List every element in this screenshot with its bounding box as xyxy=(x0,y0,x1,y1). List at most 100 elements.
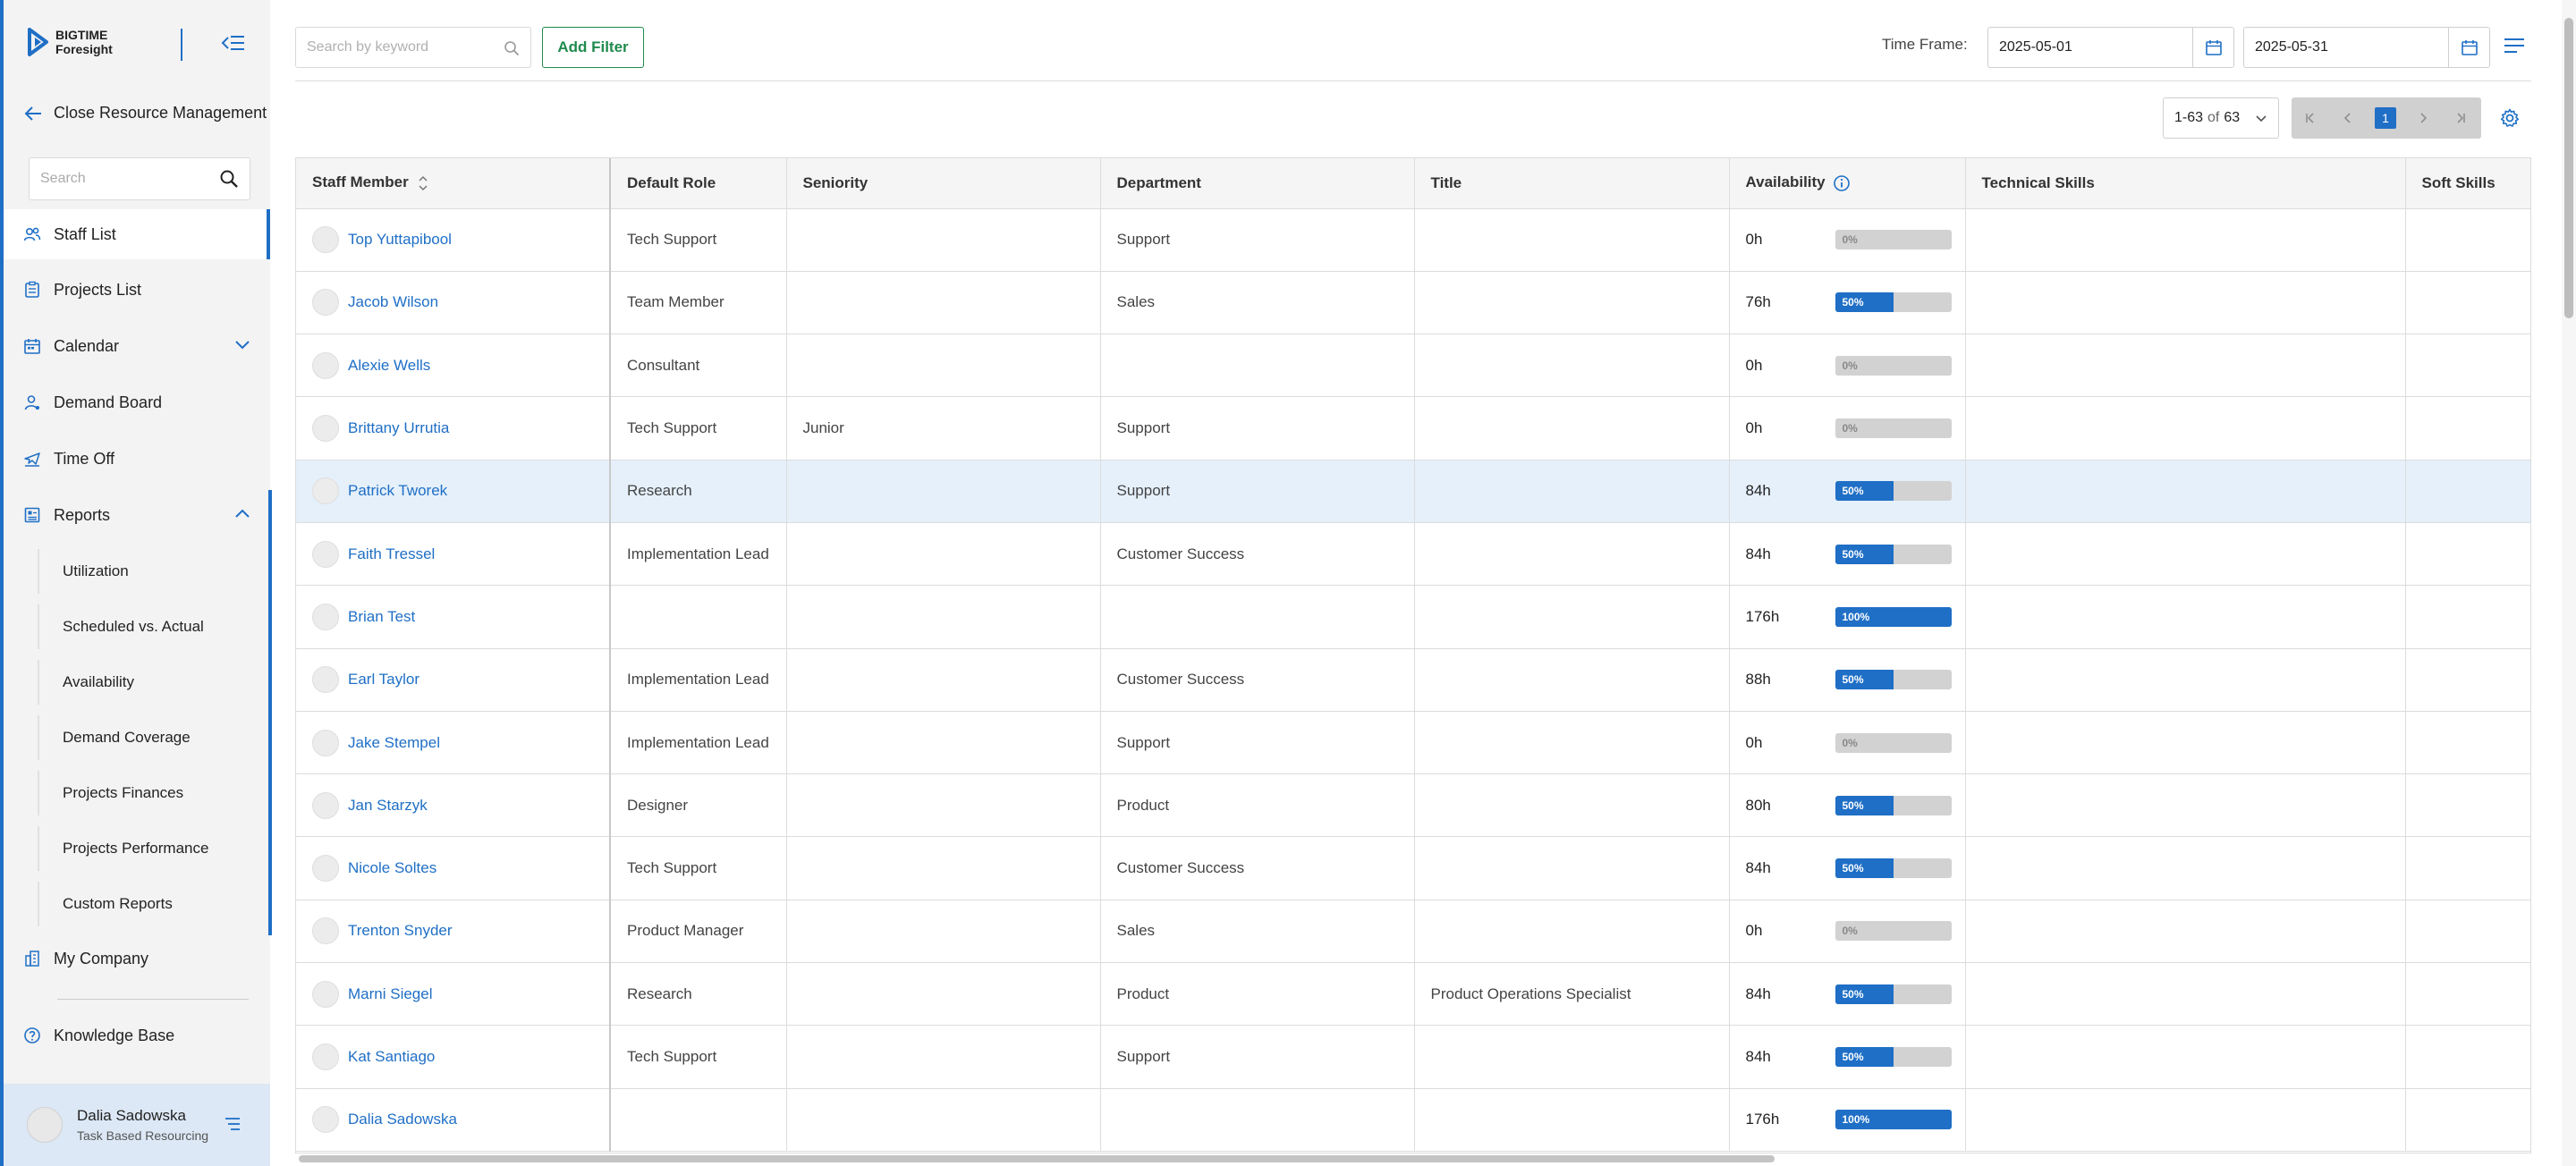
staff-member: Trenton Snyder xyxy=(312,917,608,945)
staff-member-link[interactable]: Jake Stempel xyxy=(348,734,440,752)
end-date-input[interactable] xyxy=(2244,28,2441,67)
table-row[interactable]: Patrick Tworek Research Support 84h 50% xyxy=(296,460,2530,523)
start-date-input[interactable] xyxy=(1988,28,2185,67)
sidebar-item-time-off[interactable]: Time Off xyxy=(4,434,270,484)
staff-member-link[interactable]: Alexie Wells xyxy=(348,357,430,375)
page-range-select[interactable]: 1-63 of 63 xyxy=(2163,97,2279,139)
end-date-picker-button[interactable] xyxy=(2448,28,2489,67)
column-header-default-role[interactable]: Default Role xyxy=(610,158,787,209)
info-icon[interactable] xyxy=(1833,174,1851,192)
sidebar-item-calendar[interactable]: Calendar xyxy=(4,321,270,371)
horizontal-scrollbar[interactable] xyxy=(299,1155,1775,1162)
list-menu-icon[interactable] xyxy=(2503,36,2526,55)
vertical-scrollbar-thumb[interactable] xyxy=(2564,18,2573,318)
staff-member-link[interactable]: Trenton Snyder xyxy=(348,922,453,940)
availability-bar: 100% xyxy=(1835,1110,1952,1130)
table-row[interactable]: Jacob Wilson Team Member Sales 76h 50% xyxy=(296,271,2530,335)
staff-member-link[interactable]: Patrick Tworek xyxy=(348,482,447,500)
availability-percent: 50% xyxy=(1842,1051,1864,1063)
user-menu-icon[interactable] xyxy=(224,1116,242,1132)
cell-soft-skills xyxy=(2405,648,2530,712)
report-item-custom-reports[interactable]: Custom Reports xyxy=(38,882,261,926)
sidebar-item-label: Time Off xyxy=(54,449,115,468)
column-header-soft-skills[interactable]: Soft Skills xyxy=(2405,158,2530,209)
staff-member-link[interactable]: Faith Tressel xyxy=(348,545,435,563)
close-resource-management-link[interactable]: Close Resource Management xyxy=(23,104,267,123)
table-row[interactable]: Brian Test 176h 100% xyxy=(296,585,2530,649)
gear-icon[interactable] xyxy=(2499,107,2521,129)
chevron-up-icon[interactable] xyxy=(234,508,250,519)
bigtime-logo[interactable]: BIGTIME Foresight xyxy=(27,27,113,57)
last-page-button[interactable] xyxy=(2442,97,2479,139)
staff-member-link[interactable]: Kat Santiago xyxy=(348,1048,435,1066)
column-header-department[interactable]: Department xyxy=(1100,158,1415,209)
column-header-title[interactable]: Title xyxy=(1414,158,1730,209)
search-icon[interactable] xyxy=(504,40,520,56)
cell-staff-member: Kat Santiago xyxy=(296,1025,611,1089)
sidebar-item-staff-list[interactable]: Staff List xyxy=(4,209,270,259)
sidebar-item-demand-board[interactable]: Demand Board xyxy=(4,377,270,427)
table-row[interactable]: Trenton Snyder Product Manager Sales 0h 0% xyxy=(296,900,2530,964)
staff-member-link[interactable]: Jacob Wilson xyxy=(348,293,438,311)
add-filter-button[interactable]: Add Filter xyxy=(542,27,644,68)
table-row[interactable]: Jan Starzyk Designer Product 80h 50% xyxy=(296,773,2530,838)
sidebar-item-label: My Company xyxy=(54,949,149,967)
availability-bar: 50% xyxy=(1835,795,1952,815)
table-row[interactable]: Alexie Wells Consultant 0h 0% xyxy=(296,334,2530,398)
cell-seniority xyxy=(786,1088,1101,1152)
staff-member-link[interactable]: Top Yuttapibool xyxy=(348,231,452,249)
table-row[interactable]: Kat Santiago Tech Support Support 84h 50% xyxy=(296,1025,2530,1089)
availability-hours: 76h xyxy=(1745,293,1771,311)
table-row[interactable]: Earl Taylor Implementation Lead Customer S… xyxy=(296,648,2530,712)
toolbar-divider xyxy=(295,80,2531,81)
start-date-picker-button[interactable] xyxy=(2192,28,2233,67)
cell-default-role: Research xyxy=(610,460,787,523)
staff-member-link[interactable]: Brittany Urrutia xyxy=(348,419,449,437)
first-page-button[interactable] xyxy=(2292,97,2329,139)
sidebar-search-input[interactable] xyxy=(30,158,199,199)
table-row[interactable]: Nicole Soltes Tech Support Customer Succes… xyxy=(296,836,2530,900)
report-item-scheduled-vs-actual[interactable]: Scheduled vs. Actual xyxy=(38,604,261,649)
sidebar-item-projects-list[interactable]: Projects List xyxy=(4,265,270,315)
chevron-down-icon[interactable] xyxy=(234,339,250,350)
availability-bar: 0% xyxy=(1835,732,1952,753)
staff-member-link[interactable]: Marni Siegel xyxy=(348,985,433,1003)
user-profile[interactable]: Dalia Sadowska Task Based Resourcing xyxy=(4,1084,270,1166)
sidebar-item-my-company[interactable]: My Company xyxy=(4,934,270,984)
cell-soft-skills xyxy=(2405,271,2530,335)
report-item-utilization[interactable]: Utilization xyxy=(38,549,261,594)
table-row[interactable]: Jake Stempel Implementation Lead Support 0h… xyxy=(296,711,2530,775)
cell-title xyxy=(1414,522,1730,587)
avatar xyxy=(312,791,339,819)
table-row[interactable]: Top Yuttapibool Tech Support Support 0h 0% xyxy=(296,208,2530,272)
next-page-button[interactable] xyxy=(2404,97,2442,139)
prev-page-button[interactable] xyxy=(2329,97,2367,139)
report-item-demand-coverage[interactable]: Demand Coverage xyxy=(38,715,261,760)
table-row[interactable]: Faith Tressel Implementation Lead Customer… xyxy=(296,522,2530,587)
staff-member-link[interactable]: Brian Test xyxy=(348,608,415,626)
report-item-availability[interactable]: Availability xyxy=(38,660,261,705)
vertical-scrollbar[interactable] xyxy=(2562,0,2576,1166)
keyword-search-input[interactable] xyxy=(296,28,493,67)
page-of-label: of xyxy=(2207,110,2220,125)
staff-member-link[interactable]: Dalia Sadowska xyxy=(348,1111,457,1128)
sidebar-item-label: Demand Board xyxy=(54,393,163,411)
column-header-technical-skills[interactable]: Technical Skills xyxy=(1965,158,2406,209)
staff-member-link[interactable]: Jan Starzyk xyxy=(348,797,428,815)
collapse-sidebar-button[interactable] xyxy=(218,30,247,55)
column-header-availability[interactable]: Availability xyxy=(1729,158,1966,209)
staff-member-link[interactable]: Earl Taylor xyxy=(348,671,419,689)
table-row[interactable]: Brittany Urrutia Tech Support Junior Suppor… xyxy=(296,396,2530,460)
report-item-projects-performance[interactable]: Projects Performance xyxy=(38,826,261,871)
search-icon[interactable] xyxy=(219,169,239,189)
page-number-button[interactable]: 1 xyxy=(2375,107,2396,129)
sort-icon[interactable] xyxy=(418,174,428,192)
column-header-staff-member[interactable]: Staff Member xyxy=(296,158,611,209)
table-row[interactable]: Marni Siegel Research Product Product Opera… xyxy=(296,962,2530,1027)
staff-member-link[interactable]: Nicole Soltes xyxy=(348,859,436,877)
table-row[interactable]: Dalia Sadowska 176h 100% xyxy=(296,1088,2530,1152)
sidebar-item-knowledge-base[interactable]: Knowledge Base xyxy=(4,1010,270,1060)
report-item-projects-finances[interactable]: Projects Finances xyxy=(38,771,261,815)
sidebar-item-reports[interactable]: Reports xyxy=(4,490,270,540)
column-header-seniority[interactable]: Seniority xyxy=(786,158,1101,209)
